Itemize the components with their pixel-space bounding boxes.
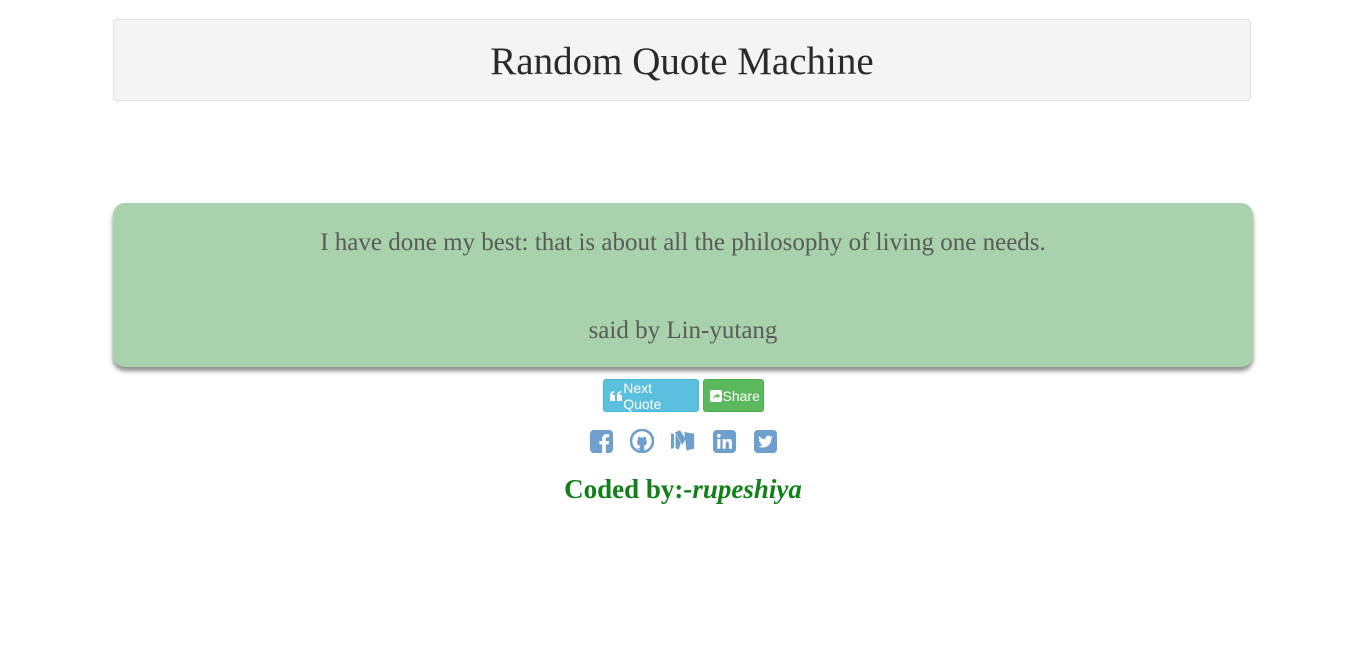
next-quote-button[interactable]: Next Quote (602, 379, 699, 412)
credit-prefix: Coded by: (564, 474, 684, 504)
share-square-icon (709, 389, 722, 402)
action-buttons: Next Quote Share (0, 379, 1366, 412)
share-label: Share (722, 387, 760, 404)
linkedin-icon[interactable] (712, 429, 736, 453)
quote-text: I have done my best: that is about all t… (320, 229, 1046, 256)
credit-author: -rupeshiya (683, 474, 802, 504)
github-icon[interactable] (630, 429, 654, 453)
facebook-icon[interactable] (589, 429, 613, 453)
credit-line: Coded by:-rupeshiya (0, 474, 1366, 505)
title-banner: Random Quote Machine (113, 19, 1251, 101)
twitter-icon[interactable] (753, 429, 777, 453)
quote-left-icon (609, 389, 623, 402)
page-title: Random Quote Machine (490, 39, 874, 83)
next-quote-label: Next Quote (623, 379, 662, 412)
share-button[interactable]: Share (702, 379, 764, 412)
quote-author: said by Lin-yutang (588, 317, 778, 344)
medium-icon[interactable] (671, 429, 695, 453)
social-links (0, 429, 1366, 453)
quote-card: I have done my best: that is about all t… (113, 203, 1253, 367)
